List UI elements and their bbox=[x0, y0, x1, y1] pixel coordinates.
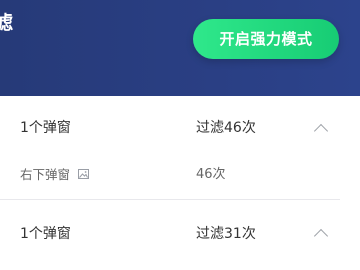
popup-detail-row: 右下弹窗 46次 bbox=[0, 155, 360, 195]
enable-power-mode-button[interactable]: 开启强力模式 bbox=[193, 19, 339, 59]
popup-count-label: 1个弹窗 bbox=[20, 120, 71, 136]
popup-detail-count: 46次 bbox=[196, 167, 226, 182]
chevron-up-icon[interactable] bbox=[313, 123, 329, 139]
popup-group-row[interactable]: 1个弹窗 过滤46次 bbox=[0, 100, 360, 156]
filter-count-label: 过滤46次 bbox=[196, 120, 256, 136]
image-icon[interactable] bbox=[78, 169, 89, 179]
filter-count-label: 过滤31次 bbox=[196, 226, 256, 242]
page-title: 滤 bbox=[0, 12, 14, 34]
popup-count-label: 1个弹窗 bbox=[20, 226, 71, 242]
chevron-up-icon[interactable] bbox=[313, 228, 329, 244]
popup-type-label: 右下弹窗 bbox=[20, 167, 71, 182]
divider bbox=[0, 199, 340, 200]
popup-group-row[interactable]: 1个弹窗 过滤31次 bbox=[0, 206, 360, 262]
header: 滤 开启强力模式 bbox=[0, 0, 360, 96]
